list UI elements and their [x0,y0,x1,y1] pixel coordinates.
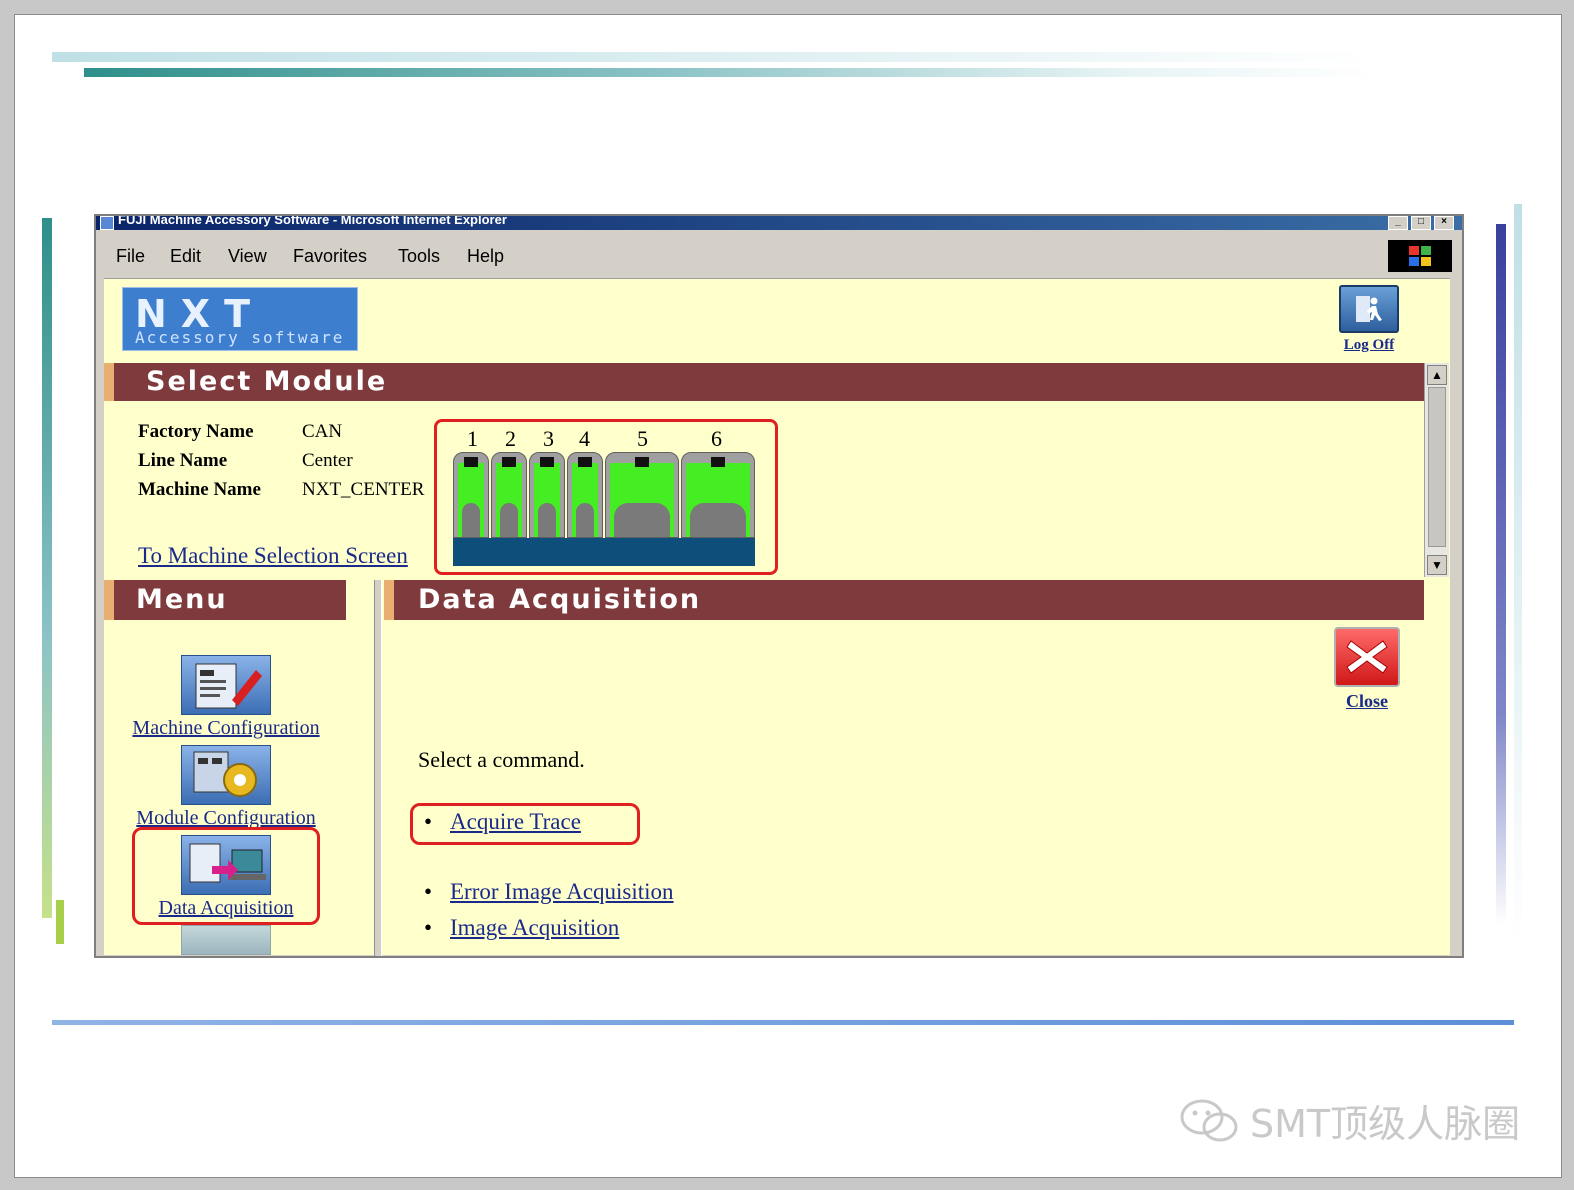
error-image-acquisition-link[interactable]: Error Image Acquisition [450,879,674,904]
logo-sub-text: Accessory software [135,328,345,347]
scroll-down-icon[interactable]: ▼ [1427,555,1447,575]
module-1[interactable] [453,452,489,538]
module-2[interactable] [491,452,527,538]
command-item-image: • Image Acquisition [424,915,619,941]
command-prompt: Select a command. [418,747,585,772]
module-number-4: 4 [579,426,590,451]
bullet-icon: • [424,915,433,940]
menu-bar: File Edit View Favorites Tools Help [96,238,1462,274]
watermark-text: SMT顶级人脉圈 [1250,1101,1521,1146]
decor-stripe-right-2 [1514,204,1522,944]
close-label[interactable]: Close [1332,691,1402,712]
logoff-icon[interactable] [1339,285,1399,333]
menu-item-module-configuration[interactable]: Module Configuration [106,745,346,830]
line-name-label: Line Name [138,450,228,471]
minimize-button[interactable]: _ [1388,216,1408,230]
module-number-2: 2 [505,426,516,451]
window-title: FUJI Machine Accessory Software - Micros… [118,216,507,227]
to-machine-selection-link[interactable]: To Machine Selection Screen [138,543,408,569]
close-icon[interactable] [1334,627,1400,687]
data-acquisition-header: Data Acquisition [384,580,1424,620]
decor-stripe-bottom [52,1020,1514,1025]
menu-item-partial [106,925,346,955]
module-3[interactable] [529,452,565,538]
command-item-error-image: • Error Image Acquisition [424,879,674,905]
partial-menu-icon [181,925,271,955]
close-button[interactable]: Close [1332,627,1402,712]
machine-configuration-icon[interactable] [181,655,271,715]
logoff-button[interactable]: Log Off [1334,285,1404,354]
title-bar: FUJI Machine Accessory Software - Micros… [96,216,1462,230]
module-number-6: 6 [711,426,722,451]
menu-view[interactable]: View [228,246,267,267]
menu-header: Menu [104,580,346,620]
factory-name-label: Factory Name [138,421,254,442]
watermark: SMT顶级人脉圈 [1178,1096,1520,1146]
maximize-button[interactable]: □ [1411,216,1431,230]
scroll-thumb[interactable] [1428,387,1446,547]
data-acquisition-highlight [132,827,320,925]
machine-base [453,538,755,566]
vertical-scrollbar[interactable]: ▲ ▼ [1424,363,1449,577]
image-acquisition-link[interactable]: Image Acquisition [450,915,619,940]
frame-divider[interactable] [374,580,382,956]
module-5[interactable] [605,452,679,538]
decor-stripe-top-2 [84,68,1374,77]
machine-configuration-label[interactable]: Machine Configuration [106,717,346,740]
decor-stripe-left-2 [56,900,64,944]
bullet-icon: • [424,879,433,904]
module-configuration-icon[interactable] [181,745,271,805]
nxt-logo: NXT Accessory software [122,287,358,351]
menu-help[interactable]: Help [467,246,504,267]
module-number-1: 1 [467,426,478,451]
menu-item-machine-configuration[interactable]: Machine Configuration [106,655,346,740]
line-name-value: Center [302,450,353,471]
acquire-trace-highlight [410,803,640,845]
machine-name-label: Machine Name [138,479,261,500]
decor-stripe-top [52,52,1372,62]
machine-name-value: NXT_CENTER [302,479,425,500]
module-6[interactable] [681,452,755,538]
menu-tools[interactable]: Tools [398,246,440,267]
logoff-label[interactable]: Log Off [1334,337,1404,354]
page-content: NXT Accessory software Log Off Select Mo… [104,278,1450,956]
wechat-icon [1180,1099,1238,1142]
menu-favorites[interactable]: Favorites [293,246,367,267]
module-4[interactable] [567,452,603,538]
decor-stripe-left [42,218,52,918]
ie-icon [100,216,114,230]
select-module-header: Select Module [104,363,1424,401]
module-number-3: 3 [543,426,554,451]
close-window-button[interactable]: × [1434,216,1454,230]
menu-edit[interactable]: Edit [170,246,201,267]
browser-window: FUJI Machine Accessory Software - Micros… [94,214,1464,958]
decor-stripe-right [1496,224,1506,924]
window-controls: _ □ × [1388,216,1454,230]
module-selector: 1 2 3 4 5 6 [434,419,778,575]
scroll-up-icon[interactable]: ▲ [1427,365,1447,385]
factory-name-value: CAN [302,421,343,442]
menu-file[interactable]: File [116,246,145,267]
module-number-5: 5 [637,426,648,451]
windows-logo-icon [1388,240,1452,272]
